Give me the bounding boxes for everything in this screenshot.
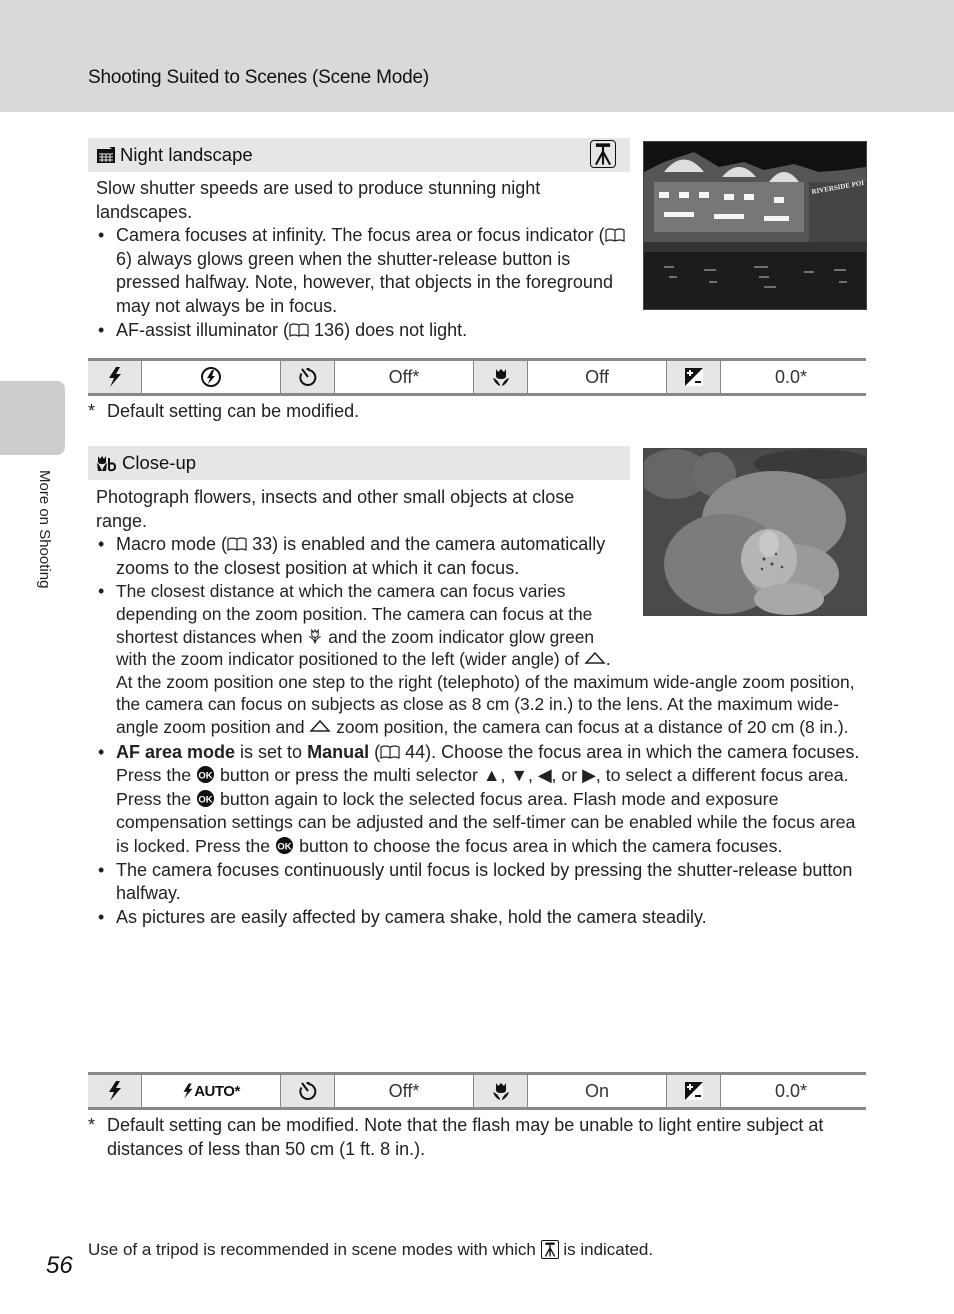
tripod-icon (591, 141, 615, 167)
flash-auto-label: AUTO* (194, 1082, 240, 1100)
exposure-value: 0.0* (721, 361, 861, 393)
bullet-text: AF-assist illuminator ( (116, 319, 290, 340)
bullet-item: AF area mode is set to Manual ( 44). Cho… (96, 741, 866, 859)
exposure-header (667, 361, 721, 393)
page-ref: 136 (314, 319, 345, 340)
night-landscape-settings-table: Off* Off 0.0* (88, 358, 866, 396)
night-landscape-icon (97, 147, 115, 163)
bullet-text: Press the (116, 765, 197, 786)
self-timer-header (281, 1075, 335, 1107)
bullet-item: The camera focuses continuously until fo… (96, 859, 866, 906)
bullet-text: ) does not light. (344, 319, 468, 340)
chapter-tab (0, 381, 65, 455)
self-timer-icon (298, 367, 318, 387)
bullet-item: As pictures are easily affected by camer… (96, 906, 866, 930)
bullet-item: Camera focuses at infinity. The focus ar… (96, 224, 626, 318)
close-up-body: Photograph flowers, insects and other sm… (96, 486, 866, 929)
chapter-tab-label: More on Shooting (36, 470, 53, 589)
tripod-indicator (590, 140, 616, 168)
bullet-text: button to choose the focus area in which… (294, 835, 783, 856)
flash-icon (107, 1081, 123, 1101)
self-timer-icon (298, 1081, 318, 1101)
tripod-icon (542, 1241, 558, 1258)
section-title: Close-up (96, 452, 196, 474)
night-landscape-footnote: * Default setting can be modified. (88, 399, 868, 423)
exposure-compensation-icon (684, 1081, 704, 1101)
night-landscape-photo: RIVERSIDE POI (643, 141, 867, 310)
bullet-item: Macro mode ( 33) is enabled and the came… (96, 533, 636, 580)
macro-value: Off (528, 361, 667, 393)
tripod-indicator-small (540, 1240, 559, 1259)
section-title: Night landscape (96, 144, 253, 166)
bullet-text: Camera focuses at infinity. The focus ar… (116, 225, 605, 246)
book-reference-icon (380, 745, 400, 759)
night-landscape-body: Slow shutter speeds are used to produce … (96, 177, 626, 342)
macro-icon (491, 367, 511, 387)
flash-auto-icon (182, 1083, 194, 1099)
tripod-note-text: is indicated. (558, 1240, 654, 1259)
section-header-night-landscape: Night landscape (88, 138, 630, 172)
tripod-note: Use of a tripod is recommended in scene … (88, 1240, 653, 1260)
page-ref: 33 (252, 534, 273, 555)
bullet-item: AF-assist illuminator ( 136) does not li… (96, 319, 626, 343)
exposure-compensation-icon (684, 367, 704, 387)
flash-mode-header (88, 361, 142, 393)
book-reference-icon (227, 537, 247, 551)
macro-header (474, 1075, 528, 1107)
section-title-text: Close-up (122, 452, 197, 473)
page-ref: 44 (405, 741, 426, 762)
bullet-text: Macro mode ( (116, 534, 228, 555)
intro-text: Slow shutter speeds are used to produce … (96, 178, 541, 222)
footnote-mark: * (88, 401, 96, 421)
ok-button-icon (275, 836, 294, 855)
flash-off-icon (201, 367, 221, 387)
footnote-mark: * (88, 1115, 96, 1135)
self-timer-value: Off* (335, 1075, 474, 1107)
bullet-text: is set to (235, 741, 308, 762)
bullet-text: ). Choose the focus area in which the ca… (425, 741, 860, 762)
page-header-title: Shooting Suited to Scenes (Scene Mode) (88, 67, 429, 88)
bullet-item: The closest distance at which the camera… (96, 580, 866, 738)
night-landscape-image: RIVERSIDE POI (644, 142, 866, 309)
header-band: Shooting Suited to Scenes (Scene Mode) (0, 0, 954, 112)
bullet-text: . (605, 649, 611, 670)
macro-header (474, 361, 528, 393)
ok-button-icon (196, 765, 215, 784)
bullet-text: zoom position, the camera can focus at a… (331, 716, 849, 737)
section-header-close-up: Close-up (88, 446, 630, 480)
self-timer-header (281, 361, 335, 393)
close-up-settings-table: AUTO* Off* On 0.0* (88, 1072, 866, 1110)
flash-mode-header (88, 1075, 142, 1107)
macro-tulip-icon (307, 628, 323, 645)
intro-text: Photograph flowers, insects and other sm… (96, 487, 575, 531)
bold-term: AF area mode (116, 741, 236, 762)
flash-mode-value: AUTO* (142, 1075, 281, 1107)
macro-zoom-triangle-icon (309, 719, 331, 733)
self-timer-value: Off* (335, 361, 474, 393)
page-number: 56 (46, 1252, 73, 1279)
flash-mode-value (142, 361, 281, 393)
close-up-icon (97, 456, 117, 472)
exposure-value: 0.0* (721, 1075, 861, 1107)
book-reference-icon (289, 323, 309, 337)
footnote-text: Default setting can be modified. Note th… (107, 1115, 824, 1159)
close-up-footnote: * Default setting can be modified. Note t… (88, 1113, 868, 1161)
macro-zoom-triangle-icon (584, 651, 606, 665)
book-reference-icon (605, 228, 625, 242)
macro-value: On (528, 1075, 667, 1107)
tripod-note-text: Use of a tripod is recommended in scene … (88, 1240, 541, 1259)
exposure-header (667, 1075, 721, 1107)
bullet-text: ( (369, 741, 381, 762)
macro-icon (491, 1081, 511, 1101)
flash-icon (107, 367, 123, 387)
bullet-text: ) always glows green when the shutter-re… (116, 248, 613, 316)
ok-button-icon (196, 789, 215, 808)
bold-term: Manual (307, 741, 370, 762)
footnote-text: Default setting can be modified. (107, 401, 360, 421)
page-ref: 6 (116, 248, 127, 269)
section-title-text: Night landscape (120, 144, 253, 165)
